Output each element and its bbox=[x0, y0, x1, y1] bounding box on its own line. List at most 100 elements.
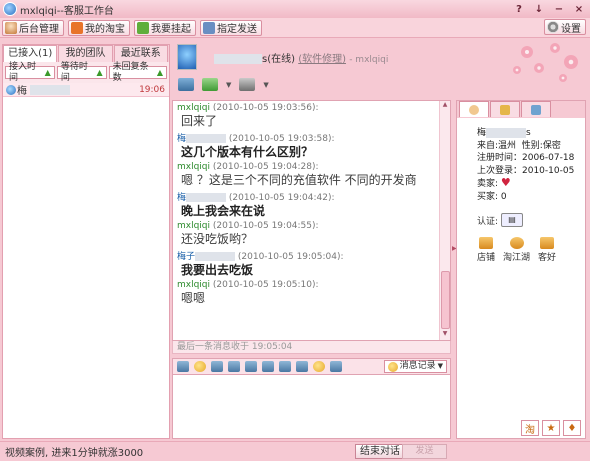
minimize-icon[interactable]: − bbox=[552, 2, 566, 16]
message-time: (2010-10-05 19:03:56): bbox=[212, 103, 319, 113]
chat-scrollbar[interactable]: ▲ ▼ bbox=[439, 101, 450, 340]
message-header: mxlqiqi (2010-10-05 19:05:10): bbox=[177, 280, 439, 290]
sakura-decoration bbox=[513, 43, 578, 82]
tab-orders[interactable] bbox=[521, 101, 551, 117]
message-sender: mxlqiqi bbox=[177, 221, 211, 231]
chat-history[interactable]: mxlqiqi (2010-10-05 19:03:56): 回来了梅 (2010… bbox=[172, 100, 451, 341]
id-badge-icon[interactable]: ▤ bbox=[501, 213, 524, 227]
coin-icon[interactable] bbox=[313, 361, 325, 372]
scroll-up-icon[interactable]: ▲ bbox=[440, 101, 450, 111]
sort-connect-time-button[interactable]: 接入时间 ▲ bbox=[5, 62, 55, 83]
phrase-icon[interactable] bbox=[178, 78, 194, 91]
chevron-down-icon[interactable]: ▼ bbox=[263, 81, 268, 89]
message-header: mxlqiqi (2010-10-05 19:04:55): bbox=[177, 221, 439, 231]
heart-icon: ♥ bbox=[500, 176, 511, 189]
message-text: 还没吃饭哟？ bbox=[181, 232, 254, 246]
message-header: 梅 (2010-10-05 19:03:58): bbox=[177, 131, 439, 144]
auth-row: 认证: ▤ bbox=[477, 213, 524, 227]
message-time: (2010-10-05 19:04:28): bbox=[212, 162, 319, 172]
help-icon[interactable]: ? bbox=[512, 2, 526, 16]
tab-my-team[interactable]: 我的团队 bbox=[58, 45, 113, 62]
promo-link[interactable]: 视频案例, 进来1分钟就涨3000 bbox=[5, 444, 143, 459]
message-item: 梅 (2010-10-05 19:03:58): 这几个版本有什么区别？ bbox=[177, 131, 439, 161]
blurred-name bbox=[214, 54, 262, 64]
window-controls: ? ↓ − × bbox=[512, 2, 586, 16]
message-text: 我要出去吃饭 bbox=[181, 263, 254, 277]
input-toolbar: 消息记录 ▼ bbox=[172, 358, 451, 375]
transfer-icon[interactable] bbox=[239, 78, 256, 91]
image-icon[interactable] bbox=[262, 361, 274, 372]
buyer-rating: 买家: 0 bbox=[477, 191, 507, 202]
tab-connected[interactable]: 已接入(1) bbox=[3, 45, 58, 62]
tab-recent[interactable]: 最近联系 bbox=[113, 45, 168, 62]
last-message-note: 最后一条消息收于 19:05:04 bbox=[172, 341, 451, 354]
location-gender: 来自:温州 性别:保密 bbox=[477, 140, 561, 151]
contact-time: 19:06 bbox=[139, 84, 165, 95]
sort-up-icon: ▲ bbox=[44, 68, 51, 77]
message-text: 嗯 ？这是三个不同的充值软件 不同的开发商 bbox=[181, 173, 417, 187]
message-time: (2010-10-05 19:05:04): bbox=[237, 252, 344, 262]
status-bar: 视频案例, 进来1分钟就涨3000 结束对话 发送 bbox=[0, 441, 590, 461]
my-taobao-button[interactable]: 我的淘宝 bbox=[68, 19, 130, 36]
message-sender: 梅子 bbox=[177, 252, 196, 262]
user-icon bbox=[5, 21, 17, 34]
category-link[interactable]: (软件修理) bbox=[298, 54, 346, 65]
star-icon[interactable]: ★ bbox=[542, 420, 560, 436]
message-text: 回来了 bbox=[181, 114, 218, 128]
note-icon bbox=[500, 104, 510, 115]
clothes-icon[interactable]: ♦ bbox=[563, 420, 581, 436]
send-button[interactable]: 发送 bbox=[402, 444, 447, 459]
taobao-icon bbox=[71, 21, 83, 34]
history-icon bbox=[387, 361, 398, 372]
save-icon[interactable] bbox=[296, 361, 308, 372]
taobao-tool-icon[interactable]: 淘 bbox=[521, 420, 539, 436]
settings-button[interactable]: 设置 bbox=[544, 19, 586, 35]
gift-icon[interactable] bbox=[330, 361, 342, 372]
customer-avatar[interactable] bbox=[177, 44, 197, 70]
contact-tabs: 已接入(1) 我的团队 最近联系 bbox=[3, 45, 169, 62]
suspend-button[interactable]: 我要挂起 bbox=[134, 19, 196, 36]
brush-icon[interactable] bbox=[211, 361, 223, 372]
close-icon[interactable]: × bbox=[572, 2, 586, 16]
picture-icon[interactable] bbox=[202, 78, 218, 91]
assign-send-button[interactable]: 指定发送 bbox=[200, 19, 262, 36]
gear-icon bbox=[547, 21, 559, 33]
end-chat-button[interactable]: 结束对话 bbox=[355, 444, 405, 459]
kehao-link[interactable]: 客好 bbox=[538, 237, 556, 263]
scroll-down-icon[interactable]: ▼ bbox=[440, 330, 450, 340]
sort-row: 接入时间 ▲ 等待时间 ▲ 未回复条数 ▲ bbox=[3, 62, 169, 83]
font-icon[interactable] bbox=[177, 361, 189, 372]
order-icon bbox=[531, 104, 541, 115]
chevron-down-icon: ▼ bbox=[437, 362, 443, 370]
scroll-thumb[interactable] bbox=[441, 271, 450, 329]
sort-unreplied-button[interactable]: 未回复条数 ▲ bbox=[108, 62, 167, 83]
taojianghu-link[interactable]: 淘江湖 bbox=[503, 237, 530, 263]
panel-bottom-tools: 淘 ★ ♦ bbox=[457, 418, 585, 438]
message-sender: 梅 bbox=[177, 134, 187, 144]
tab-profile[interactable] bbox=[459, 101, 489, 117]
emoticon-icon[interactable] bbox=[194, 361, 206, 372]
shake-icon[interactable] bbox=[279, 361, 291, 372]
message-history-button[interactable]: 消息记录 ▼ bbox=[383, 360, 447, 373]
chat-tool-row: ▼ ▼ bbox=[178, 78, 269, 91]
send-icon bbox=[203, 21, 215, 34]
message-sender: mxlqiqi bbox=[177, 280, 211, 290]
sort-up-icon: ▲ bbox=[156, 68, 163, 77]
message-time: (2010-10-05 19:04:55): bbox=[212, 221, 319, 231]
pin-icon[interactable]: ↓ bbox=[532, 2, 546, 16]
message-input[interactable] bbox=[172, 375, 451, 439]
contact-item[interactable]: 梅 19:06 bbox=[3, 83, 169, 97]
customer-details: 梅s 来自:温州 性别:保密 注册时间：2006-07-18 上次登录：2010… bbox=[477, 127, 574, 203]
shop-link[interactable]: 店铺 bbox=[477, 237, 495, 263]
blurred-name bbox=[30, 84, 70, 95]
message-sender: mxlqiqi bbox=[177, 103, 211, 113]
main-toolbar: 后台管理 我的淘宝 我要挂起 指定发送 设置 bbox=[0, 18, 590, 38]
file-icon[interactable] bbox=[245, 361, 257, 372]
sort-wait-time-button[interactable]: 等待时间 ▲ bbox=[56, 62, 107, 83]
backend-manage-button[interactable]: 后台管理 bbox=[2, 19, 64, 36]
message-header: 梅子 (2010-10-05 19:05:04): bbox=[177, 249, 439, 262]
screenshot-icon[interactable] bbox=[228, 361, 240, 372]
blurred-name bbox=[186, 134, 227, 143]
chevron-down-icon[interactable]: ▼ bbox=[226, 81, 231, 89]
tab-notes[interactable] bbox=[490, 101, 520, 117]
